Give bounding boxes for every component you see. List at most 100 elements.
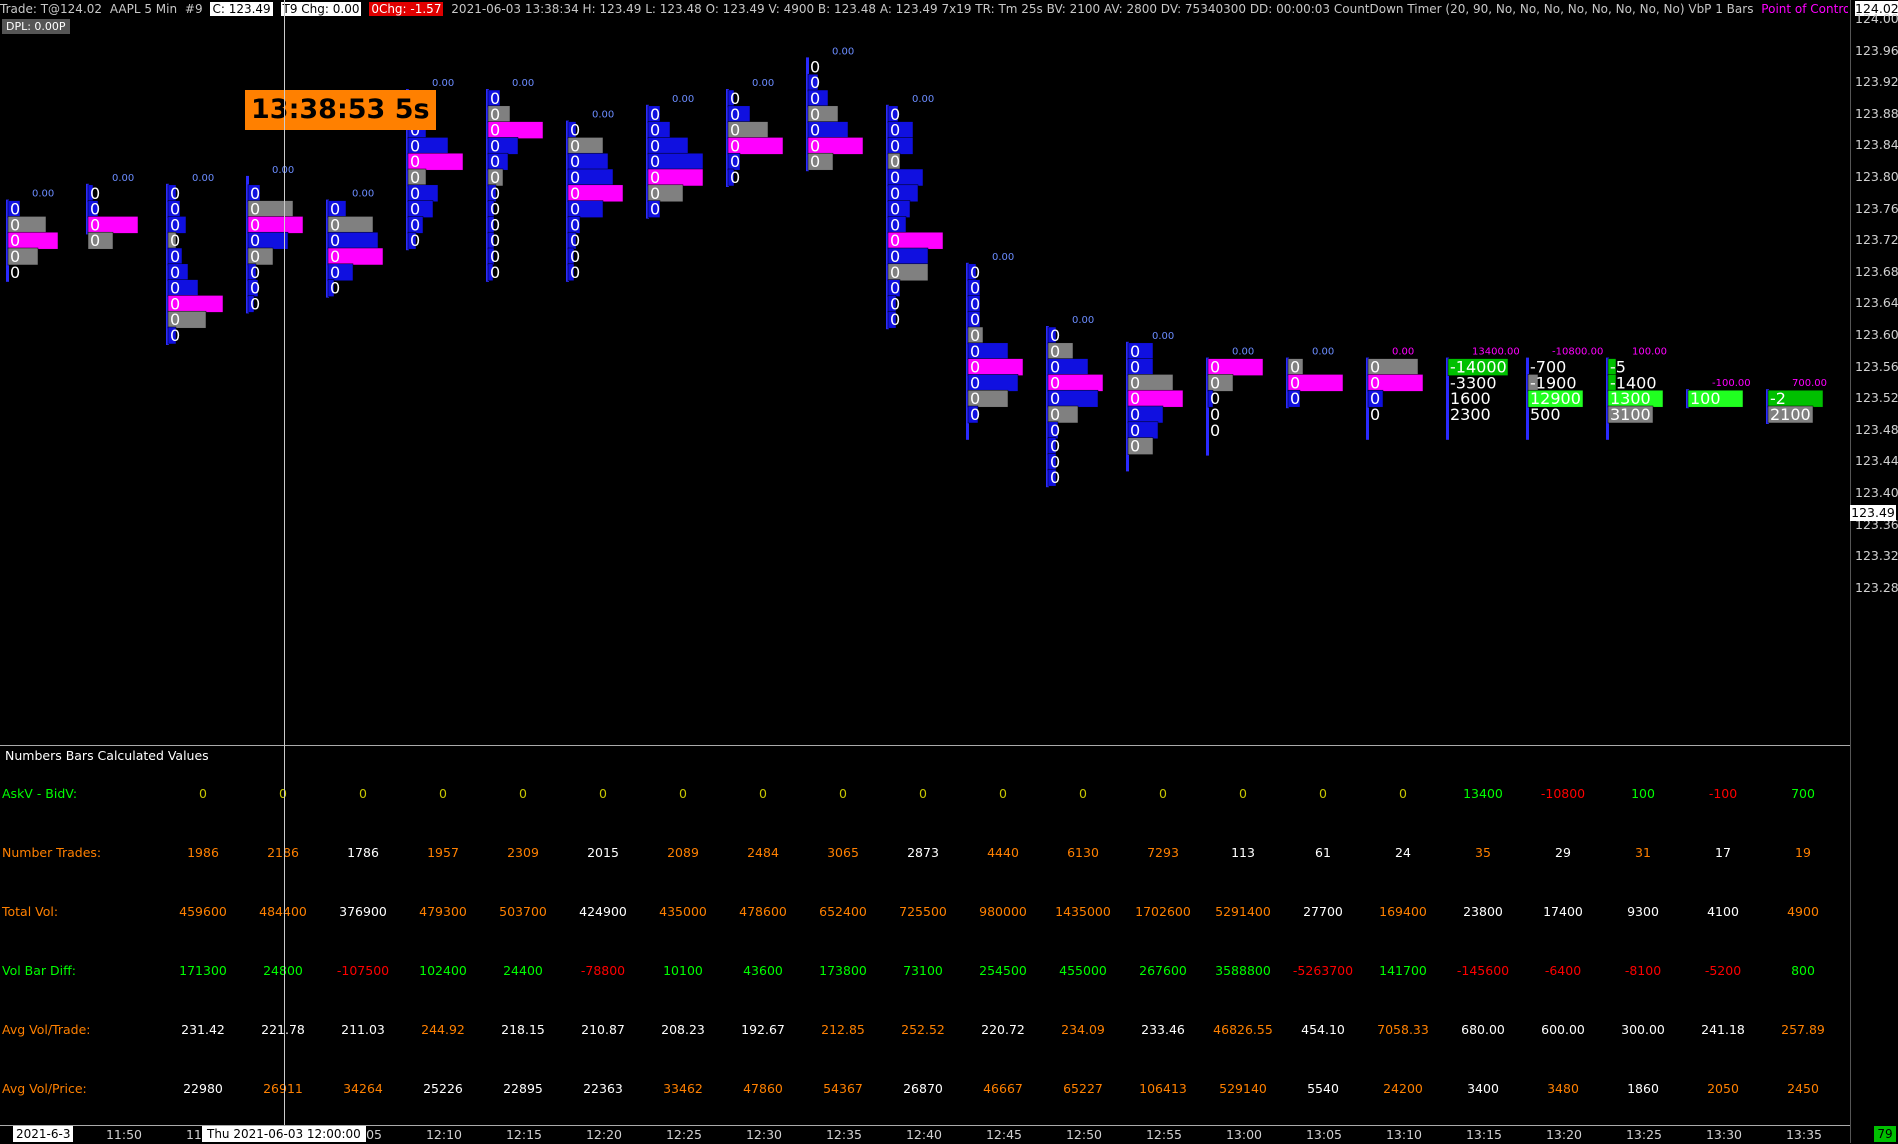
price-tick-label: 123.88 bbox=[1855, 105, 1898, 121]
numbers-bar[interactable]: 000000.00 bbox=[6, 189, 59, 282]
level-volume-text: 0 bbox=[1210, 421, 1220, 440]
bar-delta-label: 0.00 bbox=[672, 94, 694, 105]
row-value: 141700 bbox=[1379, 963, 1427, 978]
row-value: 24400 bbox=[503, 963, 543, 978]
level-volume-text: 0 bbox=[650, 200, 660, 219]
row-value: 267600 bbox=[1139, 963, 1187, 978]
price-scale[interactable]: 124.02 124.00 123.96 123.92 123.88 123.84 123.… bbox=[1850, 0, 1898, 1143]
row-value: -100 bbox=[1708, 786, 1738, 801]
row-value: 61 bbox=[1315, 845, 1331, 860]
numbers-bar[interactable]: 0000000.00 bbox=[326, 189, 384, 298]
row-value: 424900 bbox=[579, 904, 627, 919]
row-value: 252.52 bbox=[901, 1022, 945, 1037]
row-value: 233.46 bbox=[1141, 1022, 1185, 1037]
row-value: 700 bbox=[1791, 786, 1815, 801]
row-value: -5263700 bbox=[1292, 963, 1354, 978]
numbers-bar[interactable]: 000000000000000.00 bbox=[886, 94, 944, 330]
price-tick-label: 123.32 bbox=[1855, 548, 1898, 564]
level-volume-text: 0 bbox=[1130, 437, 1140, 456]
crosshair-vertical-line bbox=[284, 0, 285, 1125]
price-tick-label: 123.60 bbox=[1855, 327, 1898, 342]
numbers-bar[interactable]: 00000000000.00 bbox=[166, 173, 224, 345]
row-value: 212.85 bbox=[821, 1022, 865, 1037]
row-value: 2309 bbox=[507, 845, 539, 860]
numbers-bar[interactable]: -5-140013003100100.00 bbox=[1606, 347, 1667, 440]
numbers-bar[interactable]: 00000.00 bbox=[86, 173, 139, 250]
numbers-bar[interactable]: -14000-33001600230013400.00 bbox=[1446, 347, 1520, 440]
row-value: 0 bbox=[1239, 786, 1247, 801]
numbers-bar[interactable]: 000000.00 bbox=[1206, 347, 1264, 456]
time-tick-label: 12:20 bbox=[585, 1127, 623, 1142]
numbers-bar[interactable]: 00000.00 bbox=[1366, 347, 1424, 440]
row-value: 46667 bbox=[983, 1081, 1023, 1096]
row-value: 31 bbox=[1635, 845, 1651, 860]
price-tick-label: 123.96 bbox=[1855, 42, 1898, 58]
numbers-bar[interactable]: 0000000000000.00 bbox=[486, 78, 544, 282]
start-date-label: 2021-6-3 bbox=[13, 1126, 74, 1142]
bar-delta-label: 0.00 bbox=[1392, 347, 1414, 358]
row-value: 257.89 bbox=[1781, 1022, 1825, 1037]
row-value: 6130 bbox=[1067, 845, 1099, 860]
numbers-bar[interactable]: 0000000.00 bbox=[726, 78, 784, 187]
row-value: 4440 bbox=[987, 845, 1019, 860]
price-tick-label: 123.76 bbox=[1855, 200, 1898, 216]
row-value: -107500 bbox=[336, 963, 390, 978]
row-value: 33462 bbox=[663, 1081, 703, 1096]
numbers-bar[interactable]: 000000000.00 bbox=[246, 165, 304, 314]
numbers-bar[interactable]: 100-100.00 bbox=[1686, 378, 1751, 409]
row-value: 0 bbox=[279, 786, 287, 801]
panel-title: Numbers Bars Calculated Values bbox=[5, 748, 209, 763]
row-value: 22363 bbox=[583, 1081, 623, 1096]
time-tick-label: 11:50 bbox=[105, 1127, 143, 1142]
row-value: 24 bbox=[1395, 845, 1411, 860]
numbers-bar[interactable]: 0000.00 bbox=[1286, 347, 1344, 409]
row-value: 231.42 bbox=[181, 1022, 225, 1037]
row-value: 0 bbox=[759, 786, 767, 801]
row-value: -78800 bbox=[580, 963, 626, 978]
numbers-bar[interactable]: 00000000000.00 bbox=[1046, 315, 1104, 488]
level-volume-text: 3100 bbox=[1610, 405, 1651, 424]
row-value: 113 bbox=[1231, 845, 1255, 860]
row-value: 73100 bbox=[903, 963, 943, 978]
row-value: 0 bbox=[679, 786, 687, 801]
row-value: 0 bbox=[839, 786, 847, 801]
row-value: 0 bbox=[599, 786, 607, 801]
level-volume-text: 0 bbox=[170, 326, 180, 345]
last-price-marker: 123.49 bbox=[1850, 505, 1896, 521]
row-value: 65227 bbox=[1063, 1081, 1103, 1096]
row-value: 169400 bbox=[1379, 904, 1427, 919]
bar-delta-label: 0.00 bbox=[832, 46, 854, 57]
row-value: 0 bbox=[199, 786, 207, 801]
row-value: 35 bbox=[1475, 845, 1491, 860]
row-label: Total Vol: bbox=[2, 904, 59, 919]
row-value: 2873 bbox=[907, 845, 939, 860]
row-value: 24800 bbox=[263, 963, 303, 978]
time-tick-label: 13:15 bbox=[1465, 1127, 1503, 1142]
numbers-bar[interactable]: 00000000000.00 bbox=[966, 252, 1024, 440]
time-tick-label: 12:40 bbox=[905, 1127, 943, 1142]
numbers-bar[interactable]: 00000000.00 bbox=[646, 94, 704, 219]
numbers-bar[interactable]: 00000000.00 bbox=[806, 46, 864, 172]
numbers-bar[interactable]: 00000000.00 bbox=[1126, 331, 1184, 472]
row-value: -6400 bbox=[1544, 963, 1582, 978]
price-tick-label: 123.92 bbox=[1855, 74, 1898, 90]
row-value: 254500 bbox=[979, 963, 1027, 978]
numbers-bar[interactable]: -700-190012900500-10800.00 bbox=[1526, 347, 1603, 440]
level-volume-text: 0 bbox=[810, 152, 820, 171]
time-tick-label: 13:25 bbox=[1625, 1127, 1663, 1142]
row-value: 0 bbox=[439, 786, 447, 801]
bar-delta-label: -100.00 bbox=[1712, 378, 1751, 389]
level-volume-text: 0 bbox=[410, 231, 420, 250]
numbers-bar[interactable]: -22100700.00 bbox=[1766, 378, 1827, 424]
row-label: Avg Vol/Price: bbox=[2, 1081, 87, 1096]
level-volume-text: 0 bbox=[1050, 468, 1060, 487]
row-value: 218.15 bbox=[501, 1022, 545, 1037]
numbers-bar[interactable]: 00000000000.00 bbox=[566, 110, 624, 282]
row-value: 0 bbox=[359, 786, 367, 801]
chart-info-bar: Trade: T@124.02 AAPL 5 Min #9 C: 123.49 … bbox=[0, 0, 1848, 19]
bar-delta-label: 700.00 bbox=[1792, 378, 1827, 389]
row-value: 680.00 bbox=[1461, 1022, 1505, 1037]
row-value: 22980 bbox=[183, 1081, 223, 1096]
level-volume-text: 0 bbox=[490, 263, 500, 282]
row-value: 47860 bbox=[743, 1081, 783, 1096]
